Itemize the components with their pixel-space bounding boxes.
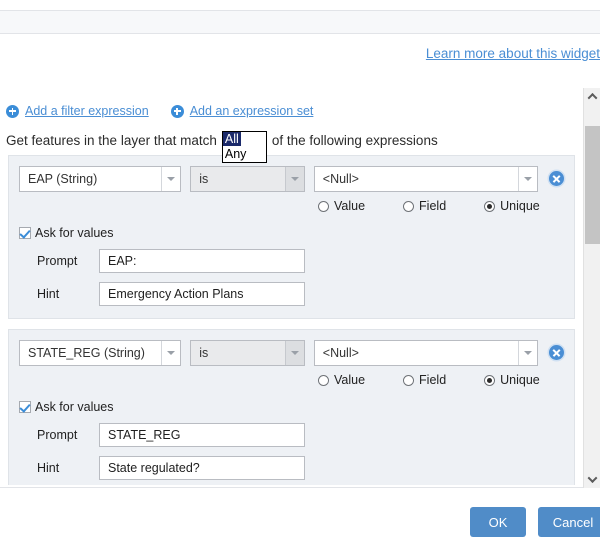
prompt-row: Prompt xyxy=(37,249,564,273)
value-select[interactable]: <Null> xyxy=(313,340,538,366)
add-expression-set-label: Add an expression set xyxy=(189,104,314,118)
field-select[interactable]: STATE_REG (String) xyxy=(19,340,182,366)
checkbox-checked-icon xyxy=(19,227,31,239)
ask-for-values-toggle[interactable]: Ask for values xyxy=(19,226,564,240)
radio-selected-icon xyxy=(484,200,496,212)
operator-select-value: is xyxy=(199,172,209,186)
dialog-footer: OK Cancel xyxy=(0,488,600,538)
prompt-input[interactable] xyxy=(99,249,305,273)
value-mode-radio-field[interactable]: Field xyxy=(403,199,446,213)
ask-for-values-label: Ask for values xyxy=(35,400,114,414)
prompt-label: Prompt xyxy=(37,428,78,442)
value-mode-label-unique: Unique xyxy=(500,199,540,213)
expressions-list: EAP (String) is <Null> Value Field Uniqu… xyxy=(0,155,583,485)
dialog-header-bar xyxy=(0,10,600,34)
radio-icon xyxy=(403,374,415,386)
value-mode-radio-group: Value Field Unique xyxy=(318,373,564,387)
value-mode-radio-value[interactable]: Value xyxy=(318,373,365,387)
add-filter-expression-button[interactable]: Add a filter expression xyxy=(6,104,149,118)
field-select-value: EAP (String) xyxy=(28,172,98,186)
chevron-down-icon[interactable] xyxy=(161,341,181,365)
match-mode-select[interactable]: All Any xyxy=(221,131,267,163)
field-select-value: STATE_REG (String) xyxy=(28,346,145,360)
ask-for-values-toggle[interactable]: Ask for values xyxy=(19,400,564,414)
match-prefix-label: Get features in the layer that match xyxy=(6,133,217,148)
expression-block: STATE_REG (String) is <Null> Value Field… xyxy=(8,329,575,485)
hint-label: Hint xyxy=(37,287,60,301)
hint-input[interactable] xyxy=(99,282,305,306)
checkbox-checked-icon xyxy=(19,401,31,413)
scroll-up-arrow-icon[interactable] xyxy=(584,88,600,105)
match-mode-select-holder: All Any xyxy=(221,131,267,163)
chevron-down-icon[interactable] xyxy=(284,341,304,365)
prompt-row: Prompt xyxy=(37,423,564,447)
learn-more-row: Learn more about this widget xyxy=(0,45,600,63)
value-mode-label-unique: Unique xyxy=(500,373,540,387)
expression-controls-row: STATE_REG (String) is <Null> xyxy=(19,340,564,366)
plus-circle-icon xyxy=(170,104,184,118)
filter-widget-dialog: Learn more about this widget Add a filte… xyxy=(0,0,600,538)
radio-icon xyxy=(318,374,329,386)
chevron-down-icon[interactable] xyxy=(284,167,304,191)
value-mode-label-value: Value xyxy=(334,373,366,387)
learn-more-link[interactable]: Learn more about this widget xyxy=(426,46,600,61)
match-mode-row: Get features in the layer that match All… xyxy=(6,131,438,163)
value-mode-radio-unique[interactable]: Unique xyxy=(484,373,540,387)
hint-row: Hint xyxy=(37,282,564,306)
scroll-down-arrow-icon[interactable] xyxy=(584,471,600,488)
add-filter-expression-label: Add a filter expression xyxy=(25,104,149,118)
expressions-scroll-region: EAP (String) is <Null> Value Field Uniqu… xyxy=(0,155,600,485)
radio-icon xyxy=(403,200,415,212)
chevron-down-icon[interactable] xyxy=(518,167,537,191)
value-mode-label-value: Value xyxy=(334,199,366,213)
value-mode-radio-unique[interactable]: Unique xyxy=(484,199,540,213)
ok-button[interactable]: OK xyxy=(470,507,526,537)
value-select-value: <Null> xyxy=(322,346,359,360)
value-select-value: <Null> xyxy=(322,172,359,186)
field-select[interactable]: EAP (String) xyxy=(19,166,182,192)
hint-row: Hint xyxy=(37,456,564,480)
hint-input[interactable] xyxy=(99,456,305,480)
value-mode-radio-group: Value Field Unique xyxy=(318,199,564,213)
match-mode-option-all[interactable]: All xyxy=(222,132,241,146)
value-mode-radio-field[interactable]: Field xyxy=(403,373,446,387)
value-mode-radio-value[interactable]: Value xyxy=(318,199,365,213)
scrollbar-thumb[interactable] xyxy=(585,126,600,244)
operator-select-value: is xyxy=(199,346,209,360)
prompt-label: Prompt xyxy=(37,254,78,268)
radio-selected-icon xyxy=(484,374,496,386)
expression-block: EAP (String) is <Null> Value Field Uniqu… xyxy=(8,155,575,319)
hint-label: Hint xyxy=(37,461,60,475)
expression-controls-row: EAP (String) is <Null> xyxy=(19,166,564,192)
cancel-button[interactable]: Cancel xyxy=(538,507,600,537)
value-mode-label-field: Field xyxy=(419,199,447,213)
prompt-input[interactable] xyxy=(99,423,305,447)
value-select[interactable]: <Null> xyxy=(313,166,538,192)
radio-icon xyxy=(318,200,329,212)
match-suffix-label: of the following expressions xyxy=(271,133,438,148)
operator-select[interactable]: is xyxy=(190,166,305,192)
add-links-row: Add a filter expression Add an expressio… xyxy=(6,104,335,118)
delete-expression-button[interactable] xyxy=(549,171,564,186)
chevron-down-icon[interactable] xyxy=(518,341,537,365)
chevron-down-icon[interactable] xyxy=(161,167,181,191)
ask-for-values-label: Ask for values xyxy=(35,226,114,240)
plus-circle-icon xyxy=(6,104,19,118)
value-mode-label-field: Field xyxy=(419,373,447,387)
match-mode-option-any[interactable]: Any xyxy=(223,147,249,161)
add-expression-set-button[interactable]: Add an expression set xyxy=(170,104,314,118)
operator-select[interactable]: is xyxy=(190,340,305,366)
vertical-scrollbar[interactable] xyxy=(583,88,600,488)
delete-expression-button[interactable] xyxy=(549,345,564,360)
